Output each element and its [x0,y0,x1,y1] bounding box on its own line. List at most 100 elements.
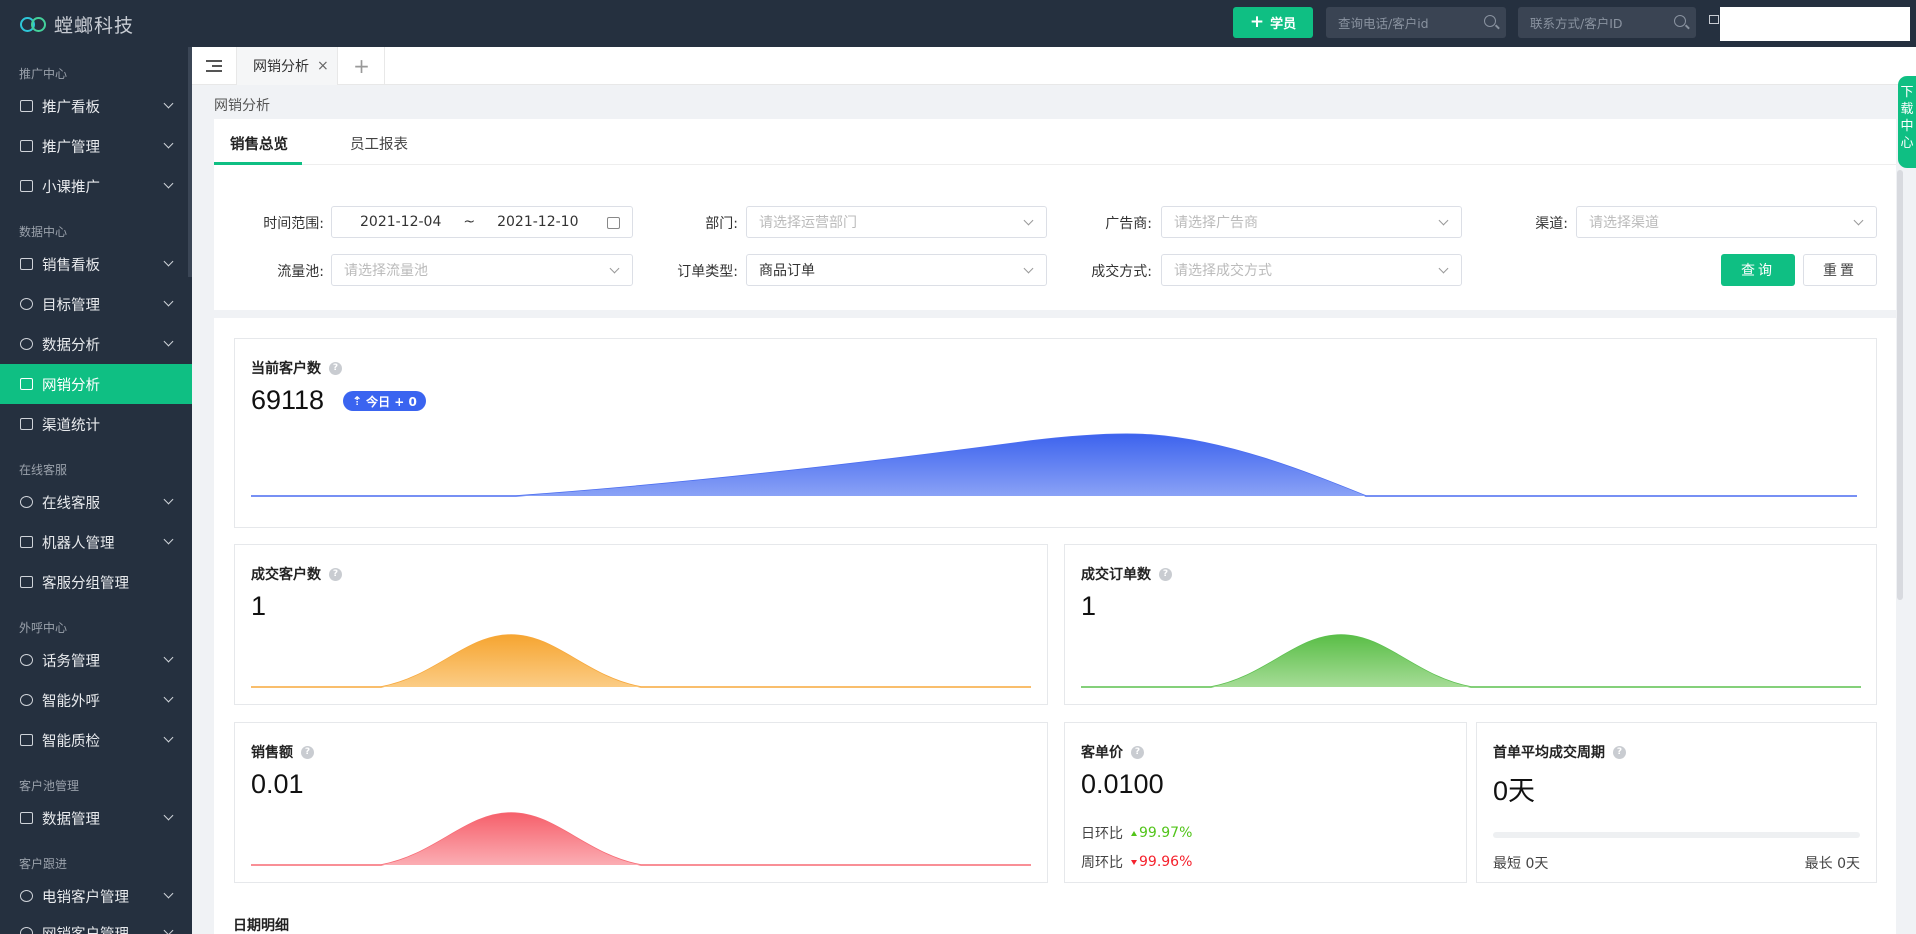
query-button[interactable]: 查询 [1721,254,1795,286]
trend-area-chart [1081,634,1861,688]
help-icon[interactable]: ? [301,745,314,759]
sidebar-item-call-manage[interactable]: 话务管理 [0,640,192,680]
advertiser-select[interactable]: 请选择广告商 [1161,206,1462,238]
pool-label: 流量池: [277,264,324,280]
stat-title-text: 成交订单数 [1081,567,1151,583]
close-icon[interactable]: × [317,58,329,74]
tab-sales-overview[interactable]: 销售总览 [230,133,288,154]
sidebar-item-smart-call[interactable]: 智能外呼 [0,680,192,720]
sidebar-item-label: 网销客户管理 [42,923,129,934]
sidebar-item-sales-board[interactable]: 销售看板 [0,244,192,284]
sidebar-item-target[interactable]: 目标管理 [0,284,192,324]
pie-chart-icon [20,338,33,350]
add-student-button[interactable]: + 学员 [1233,7,1313,38]
order-type-label: 订单类型: [677,264,738,280]
sidebar-item-service-group[interactable]: 客服分组管理 [0,562,192,602]
document-icon [20,180,33,192]
collapse-menu-icon[interactable] [206,60,222,72]
page-scrollbar[interactable] [1897,170,1903,600]
user-info[interactable] [1720,7,1910,41]
search-phone-placeholder: 查询电话/客户id [1338,16,1429,31]
help-icon[interactable]: ? [1159,567,1172,581]
help-icon[interactable]: ? [329,361,342,375]
sidebar-item-label: 推广看板 [42,99,100,116]
phone-icon [20,654,33,666]
search-contact-input[interactable]: 联系方式/客户ID [1518,7,1696,38]
deal-select[interactable]: 请选择成交方式 [1161,254,1462,286]
sidebar-item-promo-board[interactable]: 推广看板 [0,86,192,126]
tab-staff-report[interactable]: 员工报表 [350,133,408,154]
bar-chart-icon [20,812,33,824]
sidebar-item-mini-course[interactable]: 小课推广 [0,166,192,206]
sidebar-item-label: 机器人管理 [42,535,115,552]
advertiser-placeholder: 请选择广告商 [1174,215,1258,231]
deal-orders-card: 成交订单数? 1 [1064,544,1877,705]
chevron-down-icon [1438,263,1449,274]
trend-area [516,434,1366,496]
dept-label: 部门: [705,216,738,232]
chevron-down-icon [163,732,174,743]
sidebar-item-data-manage[interactable]: 数据管理 [0,798,192,838]
chevron-down-icon [163,138,174,149]
active-tab-indicator [214,162,302,165]
stat-title-text: 销售额 [251,745,293,761]
add-tab-button[interactable]: + [339,47,385,85]
chart-board-icon [20,100,33,112]
sidebar-item-smart-qa[interactable]: 智能质检 [0,720,192,760]
day-ratio-value: 99.97% [1139,825,1193,841]
help-icon[interactable]: ? [1613,745,1626,759]
trend-area-chart [251,433,1857,497]
monitor-icon [20,378,33,390]
sidebar-item-online-service[interactable]: 在线客服 [0,482,192,522]
search-phone-input[interactable]: 查询电话/客户id [1326,7,1506,38]
stat-value: 0.0100 [1081,769,1164,799]
date-end: 2021-12-10 [497,214,579,230]
tab-online-sales-analysis[interactable]: 网销分析 × [236,47,338,85]
order-type-value: 商品订单 [759,263,815,279]
stat-title: 客单价? [1081,742,1144,762]
sidebar-item-label: 目标管理 [42,297,100,314]
sidebar-item-tele-customer[interactable]: 电销客户管理 [0,876,192,916]
calendar-icon [607,217,620,229]
deal-label: 成交方式: [1091,264,1152,280]
week-ratio: 周环比 99.96% [1081,852,1192,872]
mail-icon[interactable] [1709,15,1719,24]
stat-value: 1 [251,591,267,621]
chevron-down-icon [163,494,174,505]
sidebar-item-online-sales-analysis[interactable]: 网销分析 [0,364,192,404]
chevron-down-icon [163,98,174,109]
date-start: 2021-12-04 [360,214,442,230]
date-detail-title: 日期明细 [233,918,289,934]
sidebar-item-online-customer[interactable]: 网销客户管理 [0,913,192,934]
day-ratio: 日环比 99.97% [1081,823,1192,843]
sidebar-item-label: 智能外呼 [42,693,100,710]
stat-title: 首单平均成交周期? [1493,742,1626,762]
trend-area-chart [251,634,1031,688]
sidebar-item-data-analysis[interactable]: 数据分析 [0,324,192,364]
search-icon[interactable] [1484,15,1496,27]
max-cycle: 最长 0天 [1804,856,1860,872]
sidebar-item-promo-manage[interactable]: 推广管理 [0,126,192,166]
download-center-button[interactable]: 下载中心 [1898,76,1916,168]
date-range-picker[interactable]: 2021-12-04 ~ 2021-12-10 [331,206,633,238]
search-icon[interactable] [1674,15,1686,27]
today-badge: ⇡ 今日 + 0 [343,391,426,411]
sidebar-item-label: 推广管理 [42,139,100,156]
triangle-down-icon [1131,859,1137,865]
section-customer-follow: 客户跟进 [19,857,68,871]
first-deal-cycle-card: 首单平均成交周期? 0天 最短 0天 最长 0天 [1476,722,1877,883]
sidebar-item-label: 小课推广 [42,179,100,196]
help-icon[interactable]: ? [329,567,342,581]
reset-button[interactable]: 重置 [1803,254,1877,286]
pool-select[interactable]: 请选择流量池 [331,254,633,286]
section-outbound: 外呼中心 [19,621,68,635]
dept-select[interactable]: 请选择运营部门 [746,206,1047,238]
channel-select[interactable]: 请选择渠道 [1576,206,1877,238]
help-icon[interactable]: ? [1131,745,1144,759]
sidebar-item-channel-stats[interactable]: 渠道统计 [0,404,192,444]
sidebar-item-robot[interactable]: 机器人管理 [0,522,192,562]
logo[interactable]: 螳螂科技 [20,11,134,38]
target-icon [20,298,33,310]
order-type-select[interactable]: 商品订单 [746,254,1047,286]
unit-price-card: 客单价? 0.0100 日环比 99.97% 周环比 99.96% [1064,722,1467,883]
